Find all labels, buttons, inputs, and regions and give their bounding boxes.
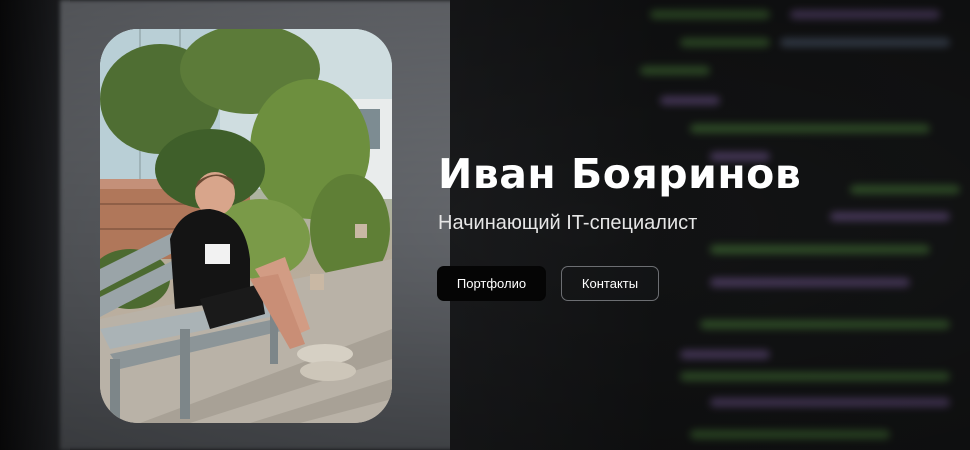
profile-photo xyxy=(100,29,392,423)
hero-subtitle: Начинающий IT-специалист xyxy=(438,212,698,234)
contacts-button[interactable]: Контакты xyxy=(561,266,659,301)
profile-photo-illustration xyxy=(100,29,392,423)
portfolio-button[interactable]: Портфолио xyxy=(437,266,546,301)
hero-name: Иван Бояринов xyxy=(438,150,802,198)
